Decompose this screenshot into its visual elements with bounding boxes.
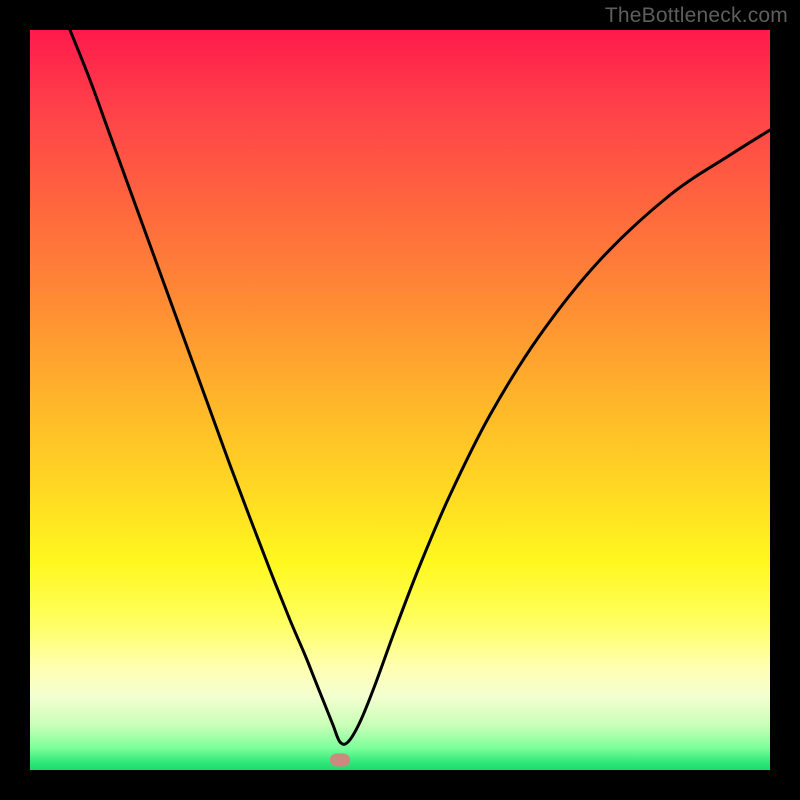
minimum-dot [330, 754, 350, 767]
plot-area [30, 30, 770, 770]
bottleneck-curve [30, 30, 770, 770]
watermark-text: TheBottleneck.com [605, 4, 788, 28]
chart-frame: TheBottleneck.com [0, 0, 800, 800]
